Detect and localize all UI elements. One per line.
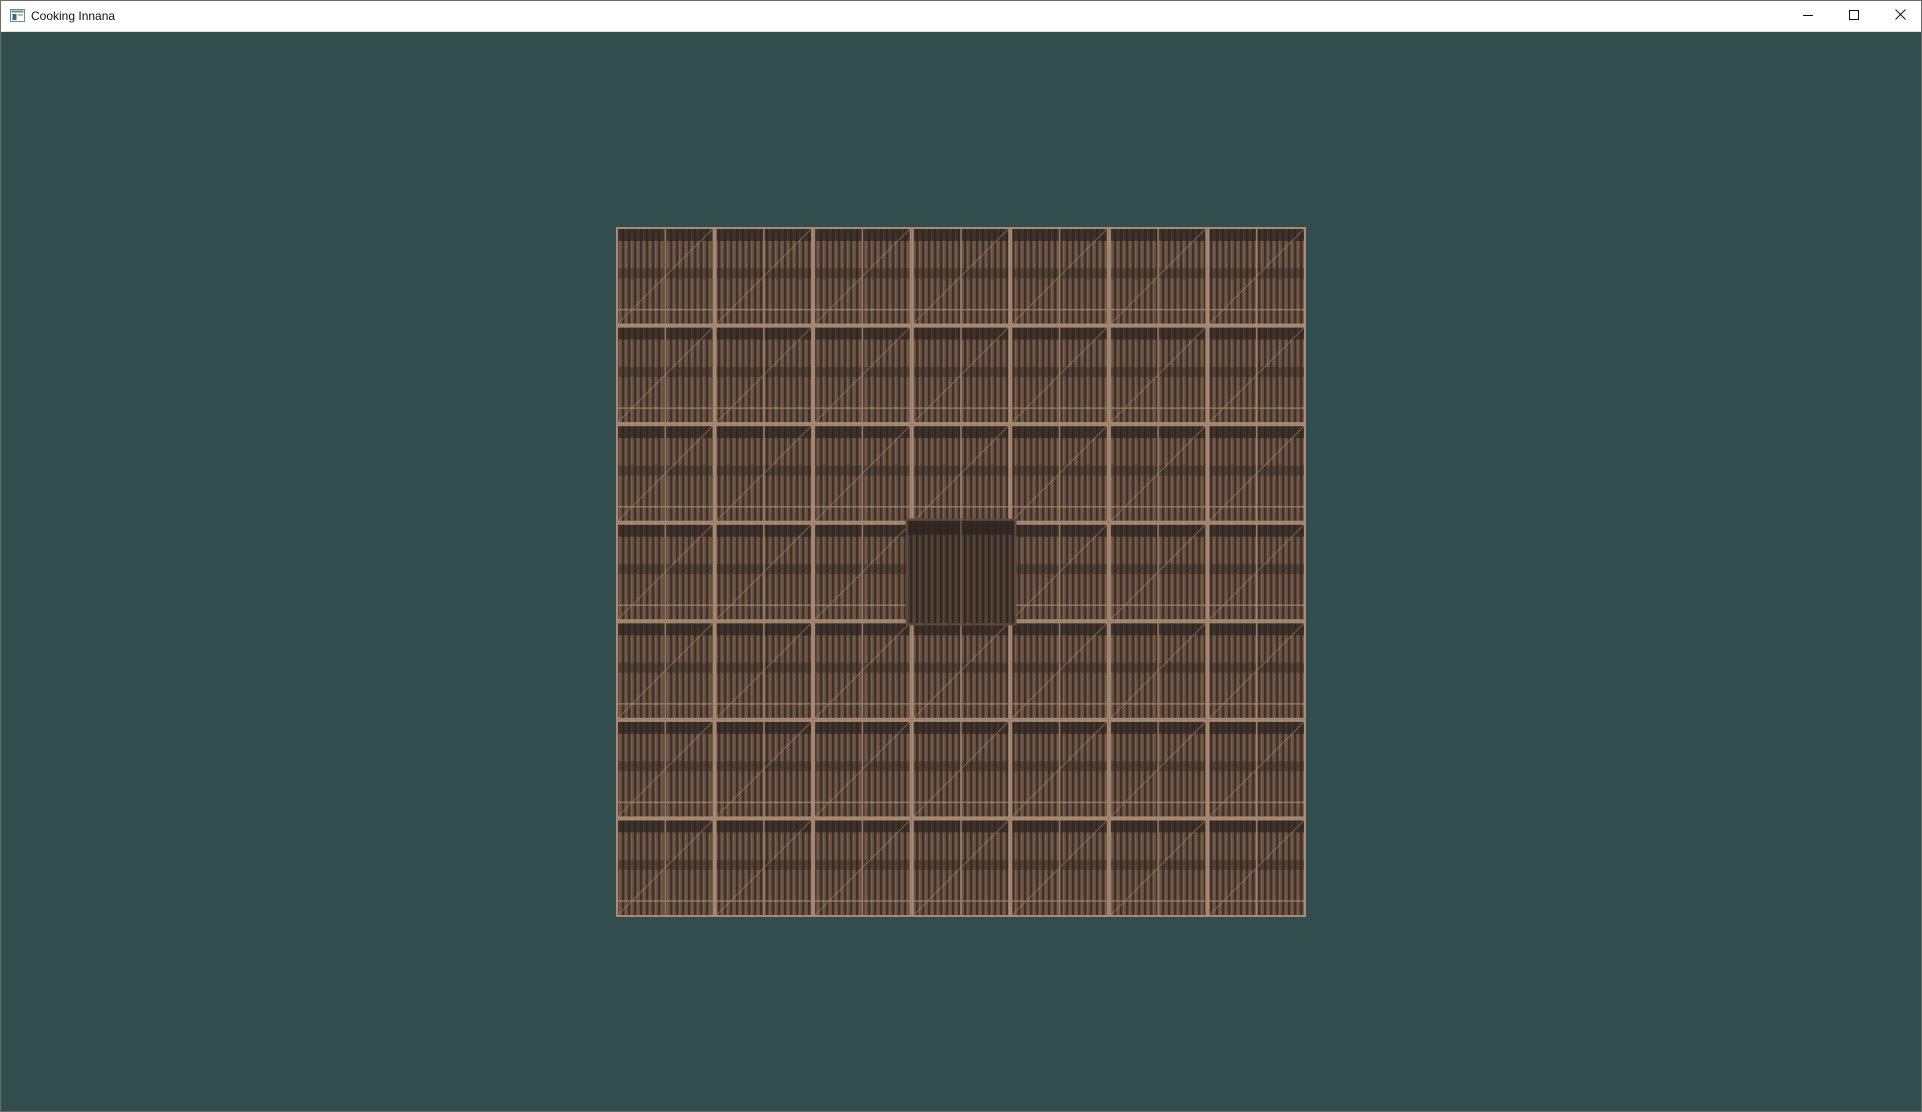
floor-tile — [1108, 227, 1208, 326]
floor-tile — [1009, 227, 1110, 326]
floor-tile — [1207, 227, 1306, 326]
floor-tile — [1108, 719, 1208, 819]
floor-tile — [1108, 818, 1208, 917]
game-viewport[interactable] — [1, 32, 1921, 1111]
floor-tile — [911, 620, 1011, 721]
maximize-icon — [1849, 7, 1859, 25]
floor-tile — [1009, 620, 1110, 721]
wooden-floor[interactable] — [616, 227, 1306, 917]
floor-tile — [812, 423, 913, 524]
floor-tile — [616, 719, 715, 819]
close-button[interactable] — [1877, 1, 1922, 31]
floor-tile — [1108, 423, 1208, 524]
floor-tile — [714, 423, 814, 524]
app-icon — [10, 9, 25, 22]
floor-tile — [714, 818, 814, 917]
floor-tile — [1009, 423, 1110, 524]
floor-tile — [1009, 325, 1110, 425]
floor-tile — [1207, 325, 1306, 425]
floor-tile — [812, 522, 913, 622]
floor-tile — [812, 719, 913, 819]
floor-tile — [1207, 719, 1306, 819]
floor-tile — [616, 325, 715, 425]
floor-tile — [1207, 620, 1306, 721]
app-window: Cooking Innana — [0, 0, 1922, 1112]
floor-tile — [911, 227, 1011, 326]
floor-tile — [616, 227, 715, 326]
floor-tile — [911, 423, 1011, 524]
floor-tile — [1108, 620, 1208, 721]
floor-tile — [1207, 423, 1306, 524]
floor-tile — [714, 325, 814, 425]
maximize-button[interactable] — [1831, 1, 1877, 31]
floor-tiles — [616, 227, 1306, 917]
floor-tile — [714, 522, 814, 622]
floor-tile — [714, 620, 814, 721]
floor-tile — [1207, 818, 1306, 917]
floor-tile — [1108, 522, 1208, 622]
floor-tile — [911, 719, 1011, 819]
floor-tile — [714, 719, 814, 819]
floor-tile — [1009, 818, 1110, 917]
floor-tile — [1108, 325, 1208, 425]
floor-tile — [1207, 522, 1306, 622]
minimize-icon — [1803, 7, 1813, 25]
floor-tile — [812, 227, 913, 326]
window-title: Cooking Innana — [31, 9, 116, 23]
floor-tile — [911, 325, 1011, 425]
floor-tile — [911, 818, 1011, 917]
selected-floor-tile[interactable] — [905, 518, 1017, 626]
floor-tile — [616, 522, 715, 622]
floor-tile — [812, 818, 913, 917]
floor-tile — [616, 423, 715, 524]
title-bar[interactable]: Cooking Innana — [1, 1, 1921, 32]
floor-tile — [1009, 719, 1110, 819]
floor-tile — [812, 620, 913, 721]
close-icon — [1894, 7, 1906, 25]
minimize-button[interactable] — [1785, 1, 1831, 31]
floor-tile — [616, 620, 715, 721]
floor-tile — [616, 818, 715, 917]
floor-tile — [714, 227, 814, 326]
floor-tile — [1009, 522, 1110, 622]
floor-tile — [812, 325, 913, 425]
